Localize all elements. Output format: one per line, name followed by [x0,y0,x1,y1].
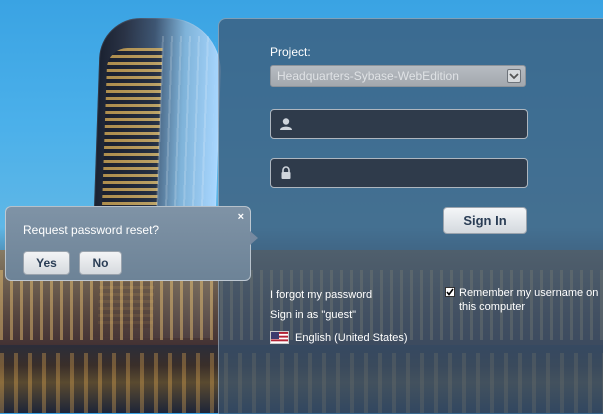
forgot-password-link[interactable]: I forgot my password [270,289,372,301]
yes-button[interactable]: Yes [23,251,70,275]
lock-icon [279,166,293,185]
password-field[interactable] [270,158,528,189]
login-panel: Project: Headquarters-Sybase-WebEdition … [218,18,603,414]
project-select[interactable]: Headquarters-Sybase-WebEdition [270,65,526,87]
user-icon [279,117,293,136]
remember-checkbox[interactable] [445,287,455,297]
us-flag-icon [270,331,289,344]
popup-pointer [250,231,258,245]
password-input[interactable] [299,159,523,189]
password-reset-popup: × Request password reset? Yes No [5,206,258,281]
close-icon[interactable]: × [238,211,244,223]
popup-title: Request password reset? [23,223,160,237]
sign-in-button[interactable]: Sign In [443,207,527,234]
project-select-value: Headquarters-Sybase-WebEdition [277,69,459,83]
guest-signin-link[interactable]: Sign in as "guest" [270,309,356,321]
language-label: English (United States) [295,332,408,344]
remember-label: Remember my username on this computer [459,287,599,313]
project-label: Project: [270,45,311,59]
no-button[interactable]: No [79,251,122,275]
username-input[interactable] [299,110,523,140]
username-field[interactable] [270,109,528,140]
chevron-down-icon[interactable] [507,69,521,83]
